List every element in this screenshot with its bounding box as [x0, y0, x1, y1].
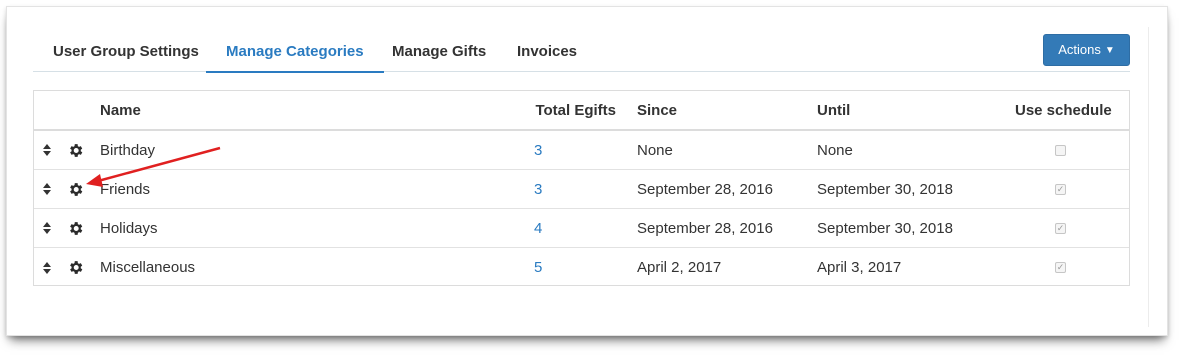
use-schedule-checkbox[interactable]: ✓ — [1055, 184, 1066, 195]
header-until[interactable]: Until — [817, 91, 850, 129]
cell-until: April 3, 2017 — [817, 259, 902, 276]
actions-button[interactable]: Actions ▼ — [1043, 34, 1130, 66]
cell-name: Birthday — [100, 141, 156, 159]
caret-down-icon: ▼ — [1104, 45, 1115, 56]
actions-button-label: Actions — [1058, 42, 1101, 57]
cell-since: April 2, 2017 — [637, 259, 722, 276]
gear-icon[interactable] — [67, 220, 84, 237]
header-since[interactable]: Since — [637, 91, 677, 129]
tab-manage-gifts[interactable]: Manage Gifts — [392, 30, 486, 72]
cell-name: Holidays — [100, 219, 158, 237]
use-schedule-checkbox[interactable] — [1055, 145, 1066, 156]
gear-icon[interactable] — [67, 259, 84, 276]
tab-invoices[interactable]: Invoices — [517, 30, 577, 72]
cell-total-egifts-link[interactable]: 5 — [534, 248, 546, 287]
cell-total-egifts-link[interactable]: 4 — [534, 209, 546, 247]
tab-bar: User Group Settings Manage Categories Ma… — [33, 30, 1130, 73]
use-schedule-checkbox[interactable]: ✓ — [1055, 262, 1066, 273]
cell-total-egifts-link[interactable]: 3 — [534, 170, 546, 208]
cell-until: September 30, 2018 — [817, 219, 953, 237]
sort-handle-icon[interactable] — [42, 209, 52, 247]
cell-until: None — [817, 141, 853, 159]
sort-handle-icon[interactable] — [42, 131, 52, 169]
cell-total-egifts-link[interactable]: 3 — [534, 131, 546, 169]
categories-table: Name Total Egifts Since Until Use schedu… — [33, 90, 1130, 286]
header-name[interactable]: Name — [100, 91, 141, 129]
header-use-schedule[interactable]: Use schedule — [1015, 91, 1112, 129]
header-total-egifts[interactable]: Total Egifts — [534, 91, 616, 129]
panel-edge-rule — [1148, 27, 1149, 327]
use-schedule-checkbox[interactable]: ✓ — [1055, 223, 1066, 234]
table-header-row: Name Total Egifts Since Until Use schedu… — [34, 91, 1129, 131]
table-row: Miscellaneous 5 April 2, 2017 April 3, 2… — [34, 248, 1129, 287]
cell-since: None — [637, 141, 673, 159]
gear-icon[interactable] — [67, 142, 84, 159]
cell-until: September 30, 2018 — [817, 180, 953, 198]
sort-handle-icon[interactable] — [42, 170, 52, 208]
sort-handle-icon[interactable] — [42, 248, 52, 287]
gear-icon[interactable] — [67, 181, 84, 198]
cell-since: September 28, 2016 — [637, 180, 773, 198]
cell-since: September 28, 2016 — [637, 219, 773, 237]
table-row: Birthday 3 None None — [34, 131, 1129, 170]
table-row: Holidays 4 September 28, 2016 September … — [34, 209, 1129, 248]
cell-name: Miscellaneous — [100, 259, 196, 276]
tab-manage-categories[interactable]: Manage Categories — [206, 30, 384, 73]
cell-name: Friends — [100, 180, 151, 198]
table-row: Friends 3 September 28, 2016 September 3… — [34, 170, 1129, 209]
tab-user-group-settings[interactable]: User Group Settings — [53, 30, 199, 72]
